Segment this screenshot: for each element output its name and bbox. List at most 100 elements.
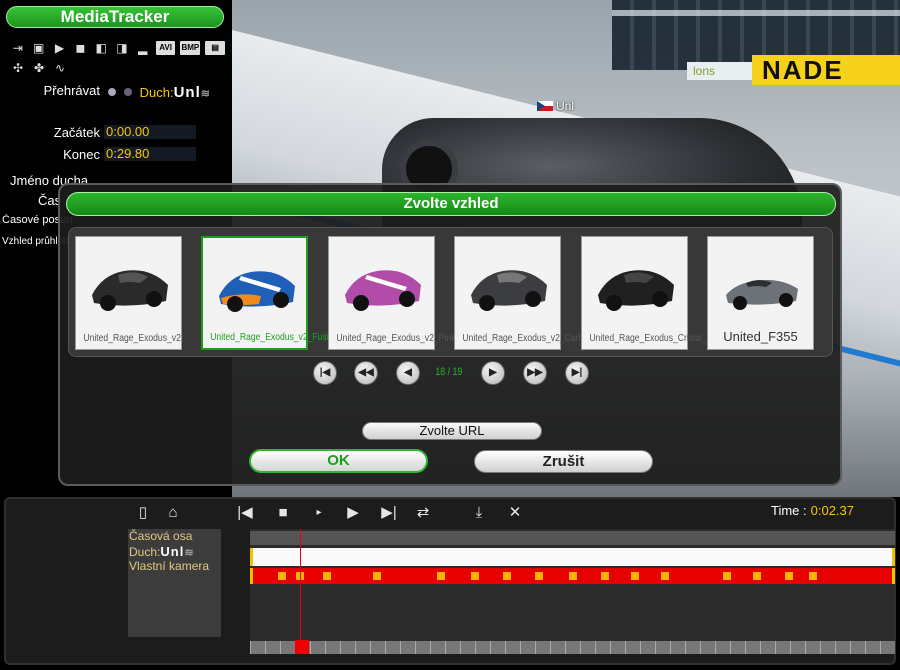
ghost-wave-icon: ≋: [184, 547, 195, 559]
stop-button[interactable]: ■: [272, 503, 294, 523]
play-label: Přehrávat: [43, 83, 100, 98]
skin-label: United_Rage_Exodus_Cristal_v2: [589, 333, 717, 344]
keyframe[interactable]: [437, 572, 445, 580]
play-button[interactable]: ▶: [342, 503, 364, 523]
last-page-button[interactable]: ▶|: [565, 361, 589, 385]
keyframe[interactable]: [723, 572, 731, 580]
film-icon[interactable]: ▤: [205, 41, 225, 55]
time-ruler[interactable]: [250, 641, 895, 654]
keyframe[interactable]: [753, 572, 761, 580]
keyframe[interactable]: [323, 572, 331, 580]
ok-button[interactable]: OK: [249, 449, 428, 473]
keyframe[interactable]: [809, 572, 817, 580]
skin-card[interactable]: United_Rage_Exodus_v2_Carbon: [454, 236, 593, 350]
radio-icon[interactable]: [124, 88, 132, 96]
camera-track-bar[interactable]: [250, 568, 895, 584]
keyframe[interactable]: [631, 572, 639, 580]
track-list: Časová osa Duch:Unl≋ Vlastní kamera: [128, 529, 221, 637]
track-ghost[interactable]: Duch:Unl≋: [128, 544, 221, 559]
car-skin-thumbnail: [598, 270, 674, 311]
delete-key-icon[interactable]: ✕: [504, 503, 526, 523]
new-document-icon[interactable]: ▯: [132, 503, 154, 523]
skin-card[interactable]: United_Rage_Exodus_v2_Pink: [328, 236, 456, 350]
save-icon[interactable]: ▣: [31, 41, 47, 55]
end-value[interactable]: 0:29.80: [106, 146, 149, 161]
skin-card[interactable]: United_Rage_Exodus_v2: [75, 236, 182, 350]
camera-record-icon[interactable]: ◼: [72, 41, 88, 55]
cancel-button[interactable]: Zrušit: [474, 450, 653, 473]
step-forward-button[interactable]: ▸: [308, 503, 330, 523]
czech-flag-icon: [537, 101, 553, 111]
keyframe[interactable]: [661, 572, 669, 580]
sponsor-banner: NADE: [752, 55, 900, 85]
skin-card-selected[interactable]: United_Rage_Exodus_v2_Fusion: [201, 236, 339, 350]
avi-export-icon[interactable]: AVI: [155, 41, 176, 55]
radio-icon[interactable]: [108, 88, 116, 96]
skin-pager: |◀ ◀◀ ◀ 18 / 19 ▶ ▶▶ ▶|: [60, 361, 844, 385]
mediatracker-title: MediaTracker: [6, 6, 224, 28]
ghost-name: Unl: [173, 84, 201, 101]
dialog-title: Zvolte vzhled: [66, 192, 836, 216]
player-nametag: Unl: [537, 99, 574, 113]
prev-page-button[interactable]: ◀: [396, 361, 420, 385]
end-label: Konec: [63, 147, 100, 162]
import-icon[interactable]: ⇥: [10, 41, 26, 55]
camera-export-icon[interactable]: ▶: [52, 41, 68, 55]
next-page-button[interactable]: ▶: [481, 361, 505, 385]
camera-cut-icon[interactable]: ✤: [31, 61, 47, 75]
car-skin-thumbnail: [219, 271, 295, 312]
trash-icon[interactable]: ⌂: [162, 503, 184, 523]
camera-gold-icon[interactable]: ◨: [114, 41, 130, 55]
time-axis-track[interactable]: [250, 531, 895, 545]
skin-label: United_F355: [723, 329, 798, 344]
start-label: Začátek: [53, 125, 100, 140]
playhead-line[interactable]: [300, 529, 301, 654]
skin-label: United_Rage_Exodus_v2_Pink: [336, 333, 456, 344]
track-camera[interactable]: Vlastní kamera: [128, 559, 221, 574]
ghost-track-bar[interactable]: [250, 548, 895, 566]
skin-label: United_Rage_Exodus_v2_Fusion: [210, 332, 339, 343]
ghost-prefix: Duch:: [139, 85, 174, 100]
rewind-start-button[interactable]: |◀: [234, 503, 256, 523]
page-counter: 18 / 19: [435, 366, 463, 378]
keyframe[interactable]: [373, 572, 381, 580]
car-skin-thumbnail: [345, 270, 421, 311]
sponsor-banner-left: lons: [687, 62, 752, 80]
camera-rig-icon[interactable]: ✣: [10, 61, 26, 75]
skin-label: United_Rage_Exodus_v2_Carbon: [462, 333, 593, 344]
keyframe[interactable]: [785, 572, 793, 580]
next-fast-button[interactable]: ▶▶: [523, 361, 547, 385]
car-skin-thumbnail: [471, 270, 547, 311]
car-icon[interactable]: ▂: [135, 41, 151, 55]
camera-play-icon[interactable]: ◧: [93, 41, 109, 55]
track-area[interactable]: [250, 529, 895, 654]
playhead-marker[interactable]: [295, 640, 309, 654]
loop-icon[interactable]: ⇄: [412, 503, 434, 523]
ghost-wave-icon: ≋: [200, 88, 211, 100]
timeline-panel: ▯ ⌂ |◀ ■ ▸ ▶ ▶| ⇄ ⤓ ✕ Time :0:02.37 Časo…: [4, 497, 896, 665]
skin-card[interactable]: United_F355: [707, 236, 814, 350]
ghost-selector[interactable]: Duch:Unl≋: [104, 84, 211, 101]
insert-key-icon[interactable]: ⤓: [468, 503, 490, 523]
skip-end-button[interactable]: ▶|: [378, 503, 400, 523]
mediatracker-toolbar: ⇥ ▣ ▶ ◼ ◧ ◨ ▂ AVI BMP ▤ ✣ ✤ ∿: [10, 38, 225, 78]
time-readout: Time :0:02.37: [771, 503, 854, 518]
car-skin-thumbnail: [92, 270, 168, 311]
keyframe[interactable]: [471, 572, 479, 580]
bmp-export-icon[interactable]: BMP: [180, 41, 201, 55]
skin-chooser-dialog: Zvolte vzhled United_Rage_Exodus_v2 Unit…: [58, 183, 842, 486]
prev-fast-button[interactable]: ◀◀: [354, 361, 378, 385]
track-time-axis[interactable]: Časová osa: [128, 529, 221, 544]
first-page-button[interactable]: |◀: [313, 361, 337, 385]
track-ghost-prefix: Duch:: [129, 545, 161, 559]
time-value: 0:02.37: [810, 503, 854, 518]
start-value[interactable]: 0:00.00: [106, 124, 149, 139]
keyframe[interactable]: [601, 572, 609, 580]
keyframe[interactable]: [278, 572, 286, 580]
keyframe[interactable]: [503, 572, 511, 580]
keyframe[interactable]: [569, 572, 577, 580]
skin-card[interactable]: United_Rage_Exodus_Cristal_v2: [581, 236, 717, 350]
curve-icon[interactable]: ∿: [52, 61, 68, 75]
choose-url-button[interactable]: Zvolte URL: [362, 422, 542, 440]
keyframe[interactable]: [535, 572, 543, 580]
